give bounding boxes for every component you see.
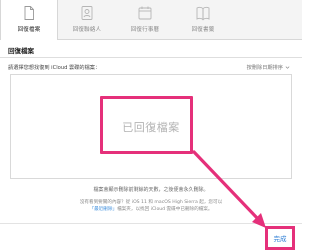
divider — [0, 57, 302, 58]
annotation-highlight-done — [265, 226, 295, 250]
tab-label: 回復行事曆 — [130, 27, 160, 33]
fine-print-line: 「最近刪除」檔案夾，以找回 iCloud 雲碟中已刪除的檔案。 — [0, 206, 302, 213]
contacts-icon — [81, 6, 93, 20]
file-icon — [24, 6, 34, 20]
calendar-icon — [138, 6, 152, 20]
recently-deleted-link[interactable]: 「最近刪除」 — [90, 207, 118, 212]
retention-note: 檔案會顯示刪除前剩餘的天數，之後便會永久刪除。 — [93, 187, 209, 193]
footer-divider — [0, 223, 302, 224]
tab-restore-contacts[interactable]: 回復聯絡人 — [58, 0, 116, 39]
sort-label: 按刪除日期排序 — [246, 65, 283, 71]
tab-label: 回復聯絡人 — [72, 27, 102, 33]
fine-print-text: 檔案夾，以找回 iCloud 雲碟中已刪除的檔案。 — [117, 207, 213, 212]
tab-restore-files[interactable]: 回復檔案 — [0, 0, 58, 40]
sort-dropdown[interactable]: 按刪除日期排序 — [247, 64, 290, 71]
tab-bar: 回復檔案 回復聯絡人 回復行事曆 回復書籤 — [0, 0, 302, 40]
tab-restore-bookmarks[interactable]: 回復書籤 — [174, 0, 232, 39]
annotation-highlight-empty-state — [100, 96, 193, 154]
chevron-down-icon — [285, 66, 290, 69]
section-title: 回復檔案 — [8, 47, 34, 55]
tab-label: 回復檔案 — [17, 27, 41, 33]
tab-restore-calendars[interactable]: 回復行事曆 — [116, 0, 174, 39]
bookmark-icon — [196, 6, 210, 21]
fine-print: 沒有看到要關的內容？從 iOS 11 和 macOS High Sierra 起… — [0, 199, 302, 213]
instruction-text: 請選擇您想找復到 iCloud 雲碟的檔案： — [8, 65, 101, 71]
tab-label: 回復書籤 — [191, 27, 215, 33]
fine-print-line: 沒有看到要關的內容？從 iOS 11 和 macOS High Sierra 起… — [79, 200, 223, 205]
